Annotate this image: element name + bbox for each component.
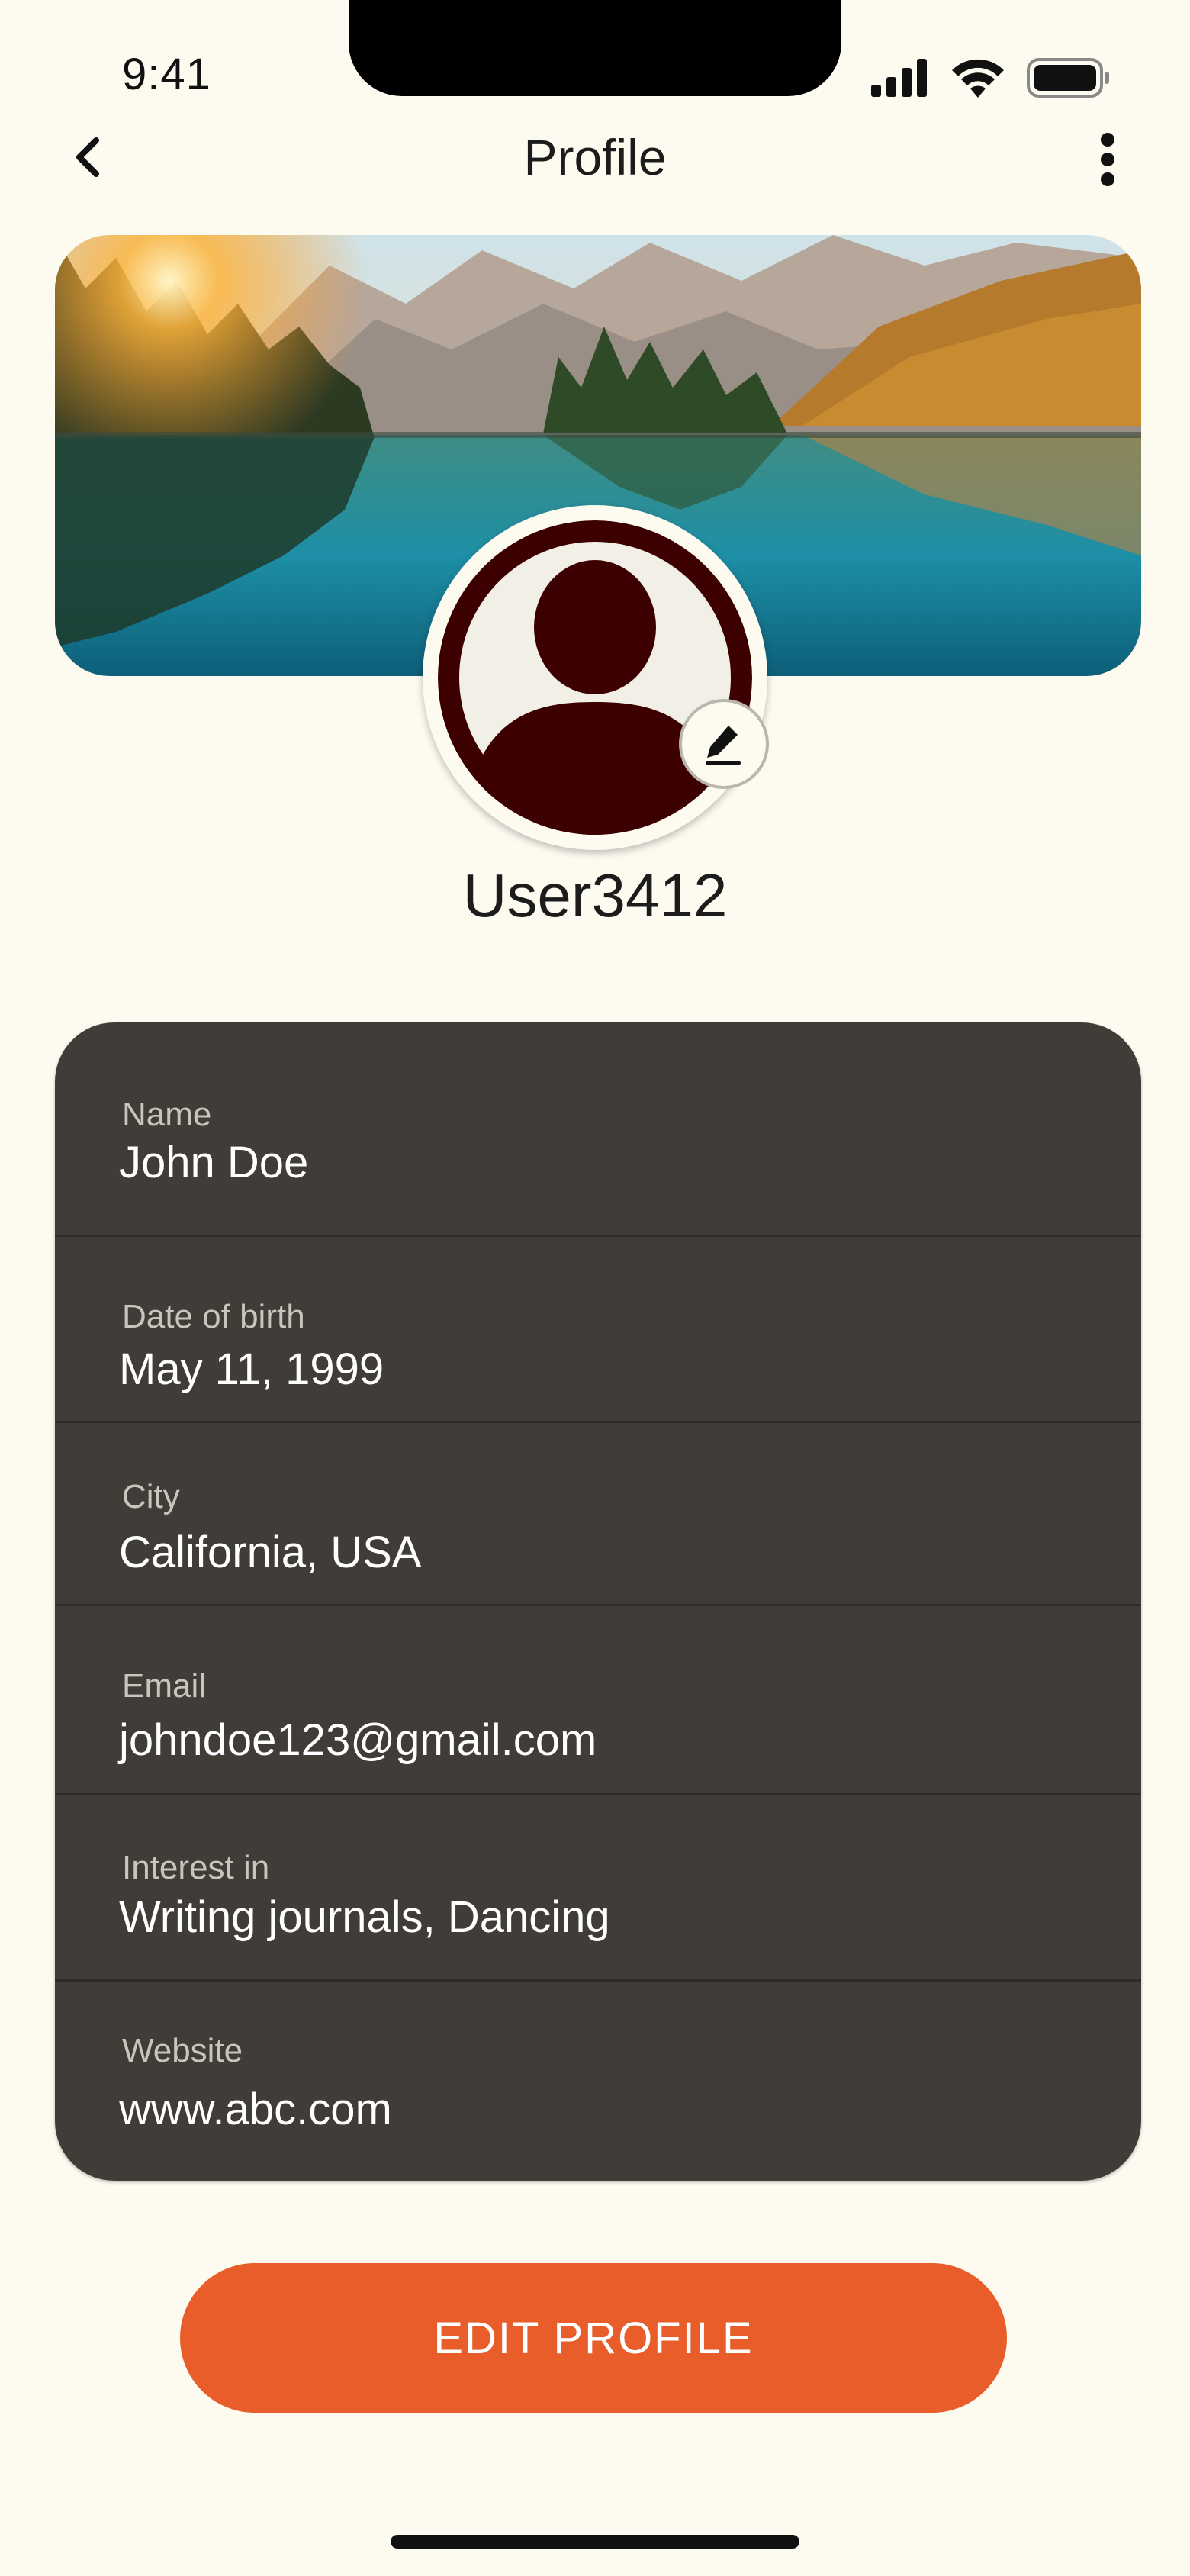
page-title: Profile: [523, 129, 667, 185]
device-notch: [349, 0, 841, 96]
profile-info-card: Name John Doe Date of birth May 11, 1999…: [55, 1022, 1141, 2181]
field-label: Name: [122, 1096, 212, 1133]
field-value: www.abc.com: [119, 2085, 392, 2134]
pencil-icon: [706, 726, 741, 765]
edit-profile-button[interactable]: EDIT PROFILE: [180, 2263, 1007, 2413]
info-row-email: Email johndoe123@gmail.com: [55, 1606, 1141, 1795]
status-time: 9:41: [122, 50, 211, 99]
info-row-website: Website www.abc.com: [55, 1982, 1141, 2181]
battery-icon: [1027, 58, 1109, 98]
field-value: johndoe123@gmail.com: [119, 1715, 597, 1765]
field-value: California, USA: [119, 1528, 422, 1577]
more-options-button[interactable]: [1089, 130, 1126, 189]
avatar[interactable]: [438, 520, 752, 835]
signal-icon: [871, 59, 927, 97]
field-value: Writing journals, Dancing: [119, 1892, 610, 1942]
home-indicator[interactable]: [391, 2535, 799, 2549]
field-label: City: [122, 1478, 180, 1515]
edit-avatar-button[interactable]: [679, 699, 769, 789]
field-value: John Doe: [119, 1138, 309, 1187]
info-row-city: City California, USA: [55, 1423, 1141, 1606]
info-row-interest: Interest in Writing journals, Dancing: [55, 1795, 1141, 1982]
info-row-date-of-birth: Date of birth May 11, 1999: [55, 1237, 1141, 1423]
vertical-dots-icon: [1101, 133, 1114, 186]
wifi-icon: [952, 59, 1004, 98]
field-label: Email: [122, 1667, 207, 1705]
info-row-name: Name John Doe: [55, 1022, 1141, 1237]
field-label: Interest in: [122, 1849, 270, 1886]
field-label: Date of birth: [122, 1298, 305, 1335]
field-label: Website: [122, 2032, 243, 2069]
status-icons: [871, 55, 1111, 101]
username: User3412: [462, 861, 728, 929]
field-value: May 11, 1999: [119, 1344, 384, 1394]
